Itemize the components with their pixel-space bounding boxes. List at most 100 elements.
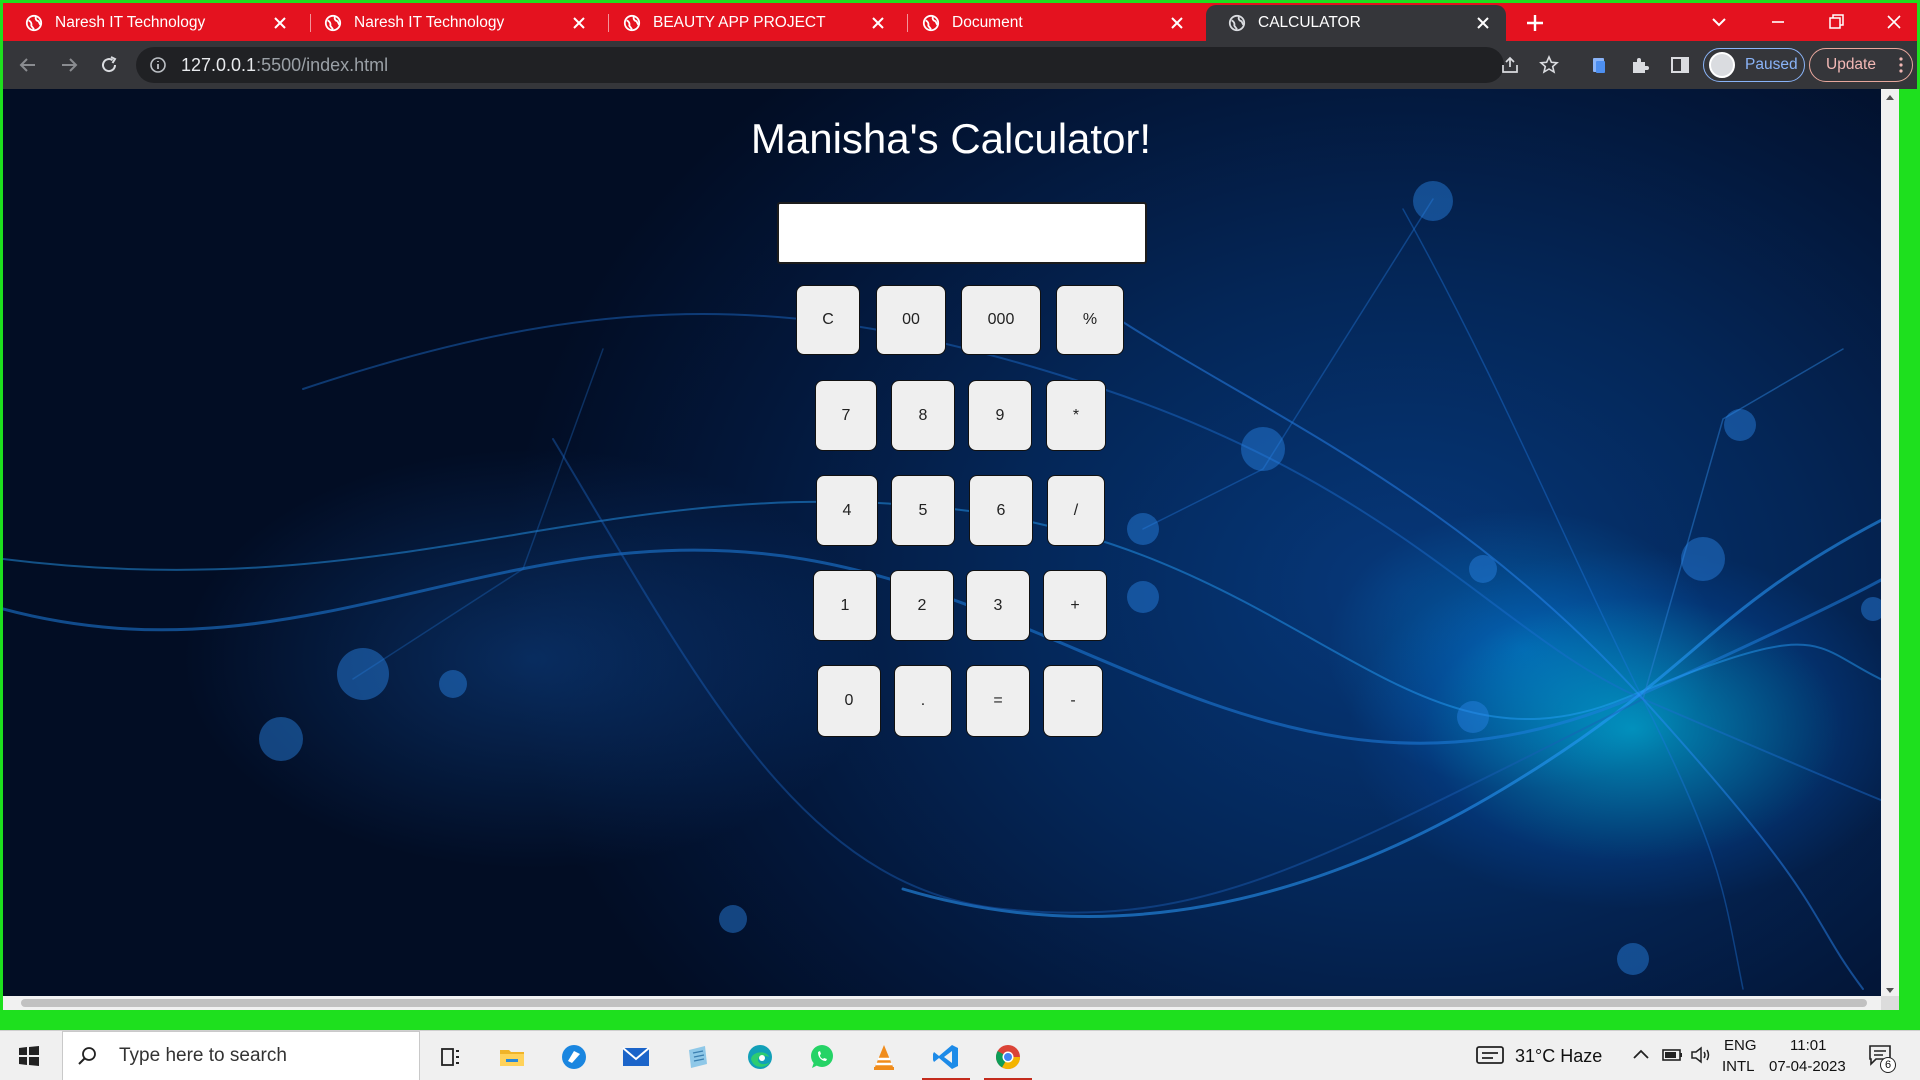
mail-icon[interactable] (621, 1042, 651, 1072)
tab-title: CALCULATOR (1258, 14, 1361, 31)
reload-icon[interactable] (98, 54, 120, 76)
key-0[interactable]: 0 (817, 665, 881, 737)
horizontal-scroll-thumb[interactable] (21, 999, 1867, 1007)
key-6[interactable]: 6 (969, 475, 1033, 546)
tab-title: Document (952, 14, 1023, 31)
tab-calculator[interactable]: CALCULATOR (1206, 5, 1506, 41)
update-button[interactable]: Update (1809, 48, 1913, 82)
tab-title: BEAUTY APP PROJECT (653, 14, 826, 31)
clock-date[interactable]: 07-04-2023 (1769, 1058, 1846, 1075)
file-explorer-icon[interactable] (497, 1042, 527, 1072)
key-3[interactable]: 3 (966, 570, 1030, 641)
close-icon[interactable] (871, 16, 885, 30)
url-host: 127.0.0.1 (181, 55, 257, 75)
close-icon[interactable] (1476, 16, 1490, 30)
task-view-icon[interactable] (435, 1042, 465, 1072)
key-plus[interactable]: + (1043, 570, 1107, 641)
globe-icon (623, 14, 641, 32)
chevron-up-icon[interactable] (1632, 1047, 1650, 1061)
vertical-scrollbar[interactable] (1881, 89, 1899, 1010)
extensions-puzzle-icon[interactable] (1629, 54, 1651, 76)
key-5[interactable]: 5 (891, 475, 955, 546)
avatar (1709, 52, 1735, 78)
taskbar-search-box[interactable]: Type here to search (62, 1031, 420, 1080)
notification-count-badge: 6 (1880, 1057, 1896, 1073)
scroll-down-icon[interactable] (1885, 987, 1895, 995)
tab-title: Naresh IT Technology (354, 14, 505, 31)
edge-icon[interactable] (745, 1042, 775, 1072)
tab-naresh-2[interactable]: Naresh IT Technology (302, 5, 602, 41)
tab-naresh-1[interactable]: Naresh IT Technology (3, 5, 303, 41)
tab-beauty-app[interactable]: BEAUTY APP PROJECT (601, 5, 901, 41)
tab-strip: Naresh IT Technology Naresh IT Technolog… (3, 3, 1917, 41)
globe-icon (922, 14, 940, 32)
globe-icon (324, 14, 342, 32)
new-tab-icon[interactable] (1522, 10, 1548, 36)
key-9[interactable]: 9 (968, 380, 1032, 451)
profile-paused-button[interactable]: Paused (1703, 48, 1805, 82)
battery-icon[interactable] (1662, 1046, 1684, 1064)
close-icon[interactable] (1170, 16, 1184, 30)
close-icon[interactable] (273, 16, 287, 30)
globe-icon (1228, 14, 1246, 32)
key-triple-zero[interactable]: 000 (961, 285, 1041, 355)
vscode-icon[interactable] (931, 1042, 961, 1072)
key-equals[interactable]: = (966, 665, 1030, 737)
calculator-display[interactable] (777, 202, 1147, 264)
address-bar[interactable]: 127.0.0.1:5500/index.html (136, 47, 1518, 83)
globe-icon (25, 14, 43, 32)
search-icon (78, 1047, 96, 1065)
key-4[interactable]: 4 (816, 475, 878, 546)
weather-icon[interactable] (1475, 1044, 1505, 1066)
key-clear[interactable]: C (796, 285, 860, 355)
window-close-icon[interactable] (1883, 11, 1905, 33)
key-double-zero[interactable]: 00 (876, 285, 946, 355)
chrome-icon[interactable] (993, 1042, 1023, 1072)
restore-icon[interactable] (1825, 11, 1847, 33)
key-decimal[interactable]: . (894, 665, 952, 737)
bookmark-star-icon[interactable] (1538, 54, 1560, 76)
browser-icon[interactable] (559, 1042, 589, 1072)
key-divide[interactable]: / (1047, 475, 1105, 546)
language-top[interactable]: ENG (1724, 1037, 1757, 1054)
horizontal-scrollbar[interactable] (3, 996, 1899, 1010)
side-panel-icon[interactable] (1669, 54, 1691, 76)
scroll-up-icon[interactable] (1885, 93, 1895, 101)
language-bottom[interactable]: INTL (1722, 1058, 1755, 1075)
key-2[interactable]: 2 (890, 570, 954, 641)
windows-start-icon[interactable] (18, 1045, 40, 1067)
key-minus[interactable]: - (1043, 665, 1103, 737)
tab-search-chevron-icon[interactable] (1708, 11, 1730, 33)
notepad-icon[interactable] (683, 1042, 713, 1072)
page-viewport: Manisha's Calculator! C 00 000 % 7 8 9 *… (3, 89, 1899, 1010)
minimize-icon[interactable] (1767, 11, 1789, 33)
key-1[interactable]: 1 (813, 570, 877, 641)
url-text: 127.0.0.1:5500/index.html (181, 47, 388, 83)
clock-time[interactable]: 11:01 (1790, 1037, 1826, 1054)
key-multiply[interactable]: * (1046, 380, 1106, 451)
info-icon[interactable] (149, 56, 167, 74)
tab-title: Naresh IT Technology (55, 14, 206, 31)
page-title: Manisha's Calculator! (750, 115, 1152, 162)
forward-icon[interactable] (58, 54, 80, 76)
paused-label: Paused (1745, 56, 1798, 73)
share-icon[interactable] (1499, 55, 1521, 75)
menu-dots-icon[interactable] (1898, 57, 1904, 73)
key-7[interactable]: 7 (815, 380, 877, 451)
scrollbar-corner (1881, 996, 1899, 1010)
volume-icon[interactable] (1690, 1045, 1712, 1065)
back-icon[interactable] (17, 54, 39, 76)
key-percent[interactable]: % (1056, 285, 1124, 355)
tab-document[interactable]: Document (900, 5, 1200, 41)
key-8[interactable]: 8 (891, 380, 955, 451)
extension-docs-icon[interactable] (1588, 54, 1610, 76)
browser-toolbar: 127.0.0.1:5500/index.html Paused Update (3, 41, 1917, 89)
update-label: Update (1826, 56, 1876, 73)
close-icon[interactable] (572, 16, 586, 30)
weather-text[interactable]: 31°C Haze (1515, 1046, 1602, 1067)
search-placeholder: Type here to search (119, 1045, 287, 1066)
windows-taskbar: Type here to search 31°C Haze ENG INTL 1… (0, 1030, 1920, 1080)
vlc-icon[interactable] (869, 1042, 899, 1072)
whatsapp-icon[interactable] (807, 1042, 837, 1072)
url-path: :5500/index.html (256, 55, 389, 75)
